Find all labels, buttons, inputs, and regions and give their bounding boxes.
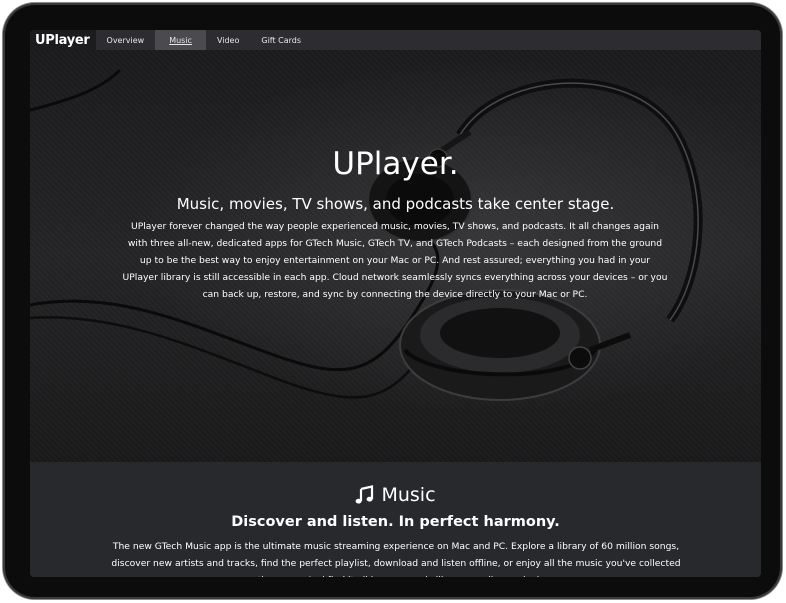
nav-item-overview[interactable]: Overview <box>96 30 156 50</box>
nav-item-gift-cards[interactable]: Gift Cards <box>250 30 312 50</box>
hero-title: UPlayer. <box>332 146 459 182</box>
music-heading: Music <box>30 484 761 506</box>
top-navbar: UPlayer Overview Music Video Gift Cards <box>30 30 761 50</box>
hero-description: UPlayer forever changed the way people e… <box>122 221 668 300</box>
tablet-frame: UPlayer Overview Music Video Gift Cards <box>3 3 782 599</box>
music-heading-text: Music <box>381 484 436 506</box>
nav-item-video[interactable]: Video <box>206 30 250 50</box>
uplayer-logo[interactable]: UPlayer <box>30 30 96 50</box>
nav-item-music[interactable]: Music <box>155 30 206 50</box>
hero-section: UPlayer. Music, movies, TV shows, and po… <box>30 50 761 462</box>
screen: UPlayer Overview Music Video Gift Cards <box>30 30 761 577</box>
music-description: The new GTech Music app is the ultimate … <box>111 541 681 577</box>
music-subheading: Discover and listen. In perfect harmony. <box>231 514 560 530</box>
hero-subtitle: Music, movies, TV shows, and podcasts ta… <box>176 195 615 213</box>
music-section: Music Discover and listen. In perfect ha… <box>30 462 761 577</box>
music-note-icon <box>356 485 374 504</box>
logo-text: UPlayer <box>35 32 90 48</box>
